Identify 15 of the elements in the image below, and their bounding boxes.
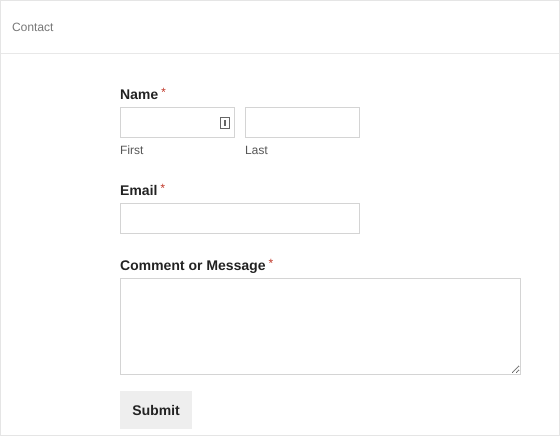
text-field[interactable]: [120, 107, 235, 138]
contact-card-icon[interactable]: [220, 116, 230, 128]
field-sublabel: First: [120, 142, 144, 159]
page-title: Contact: [12, 19, 54, 36]
submit-button[interactable]: Submit: [120, 391, 192, 429]
required-mark: *: [161, 85, 166, 99]
required-mark: *: [268, 256, 274, 270]
field-label: Comment or Message: [120, 256, 266, 274]
required-mark: *: [160, 181, 166, 195]
input-field[interactable]: [120, 203, 360, 234]
field-label: Name: [120, 85, 158, 103]
text-field[interactable]: [245, 107, 360, 138]
message-field[interactable]: [120, 278, 521, 375]
field-sublabel: Last: [245, 142, 269, 159]
field-label: Email: [120, 181, 158, 199]
